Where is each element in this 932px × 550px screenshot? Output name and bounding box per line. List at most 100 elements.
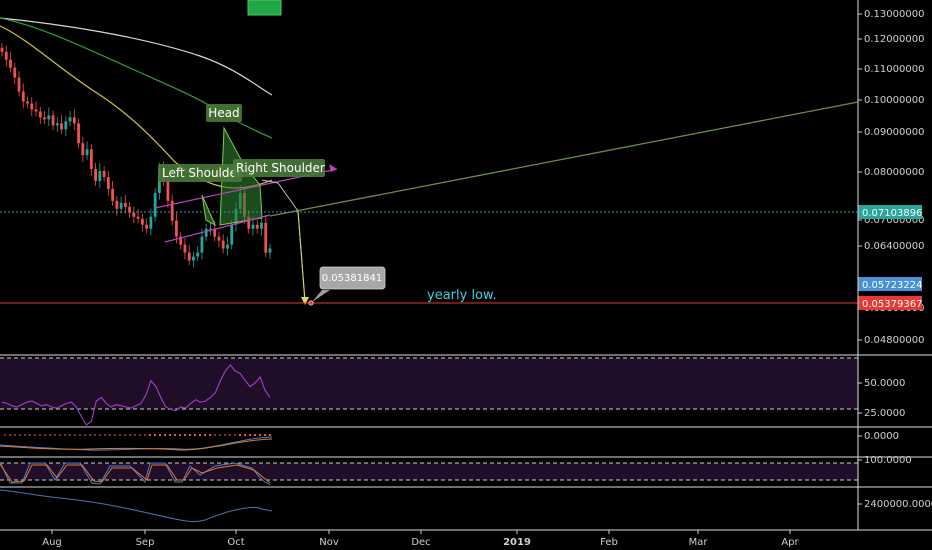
- rsi-axis[interactable]: 50.0000 25.0000: [858, 378, 905, 419]
- stoch-axis-label: 100.0000: [864, 455, 912, 466]
- time-axis-label: Dec: [411, 537, 430, 548]
- price-axis[interactable]: 0.13000000 0.12000000 0.11000000 0.10000…: [858, 9, 924, 346]
- stoch-axis[interactable]: 100.0000: [858, 455, 912, 466]
- candle-body: [72, 117, 76, 124]
- macd-dot: [189, 434, 191, 436]
- macd-dot: [154, 434, 156, 436]
- macd-dot: [174, 434, 176, 436]
- left-shoulder-label[interactable]: Left Shoulder: [158, 164, 242, 182]
- volume-axis[interactable]: 2400000.0000: [858, 499, 932, 510]
- macd-dot: [54, 434, 56, 436]
- candle-body: [68, 117, 72, 122]
- macd-axis-label: 0.0000: [864, 431, 899, 442]
- macd-dot: [119, 434, 121, 436]
- macd-dot: [19, 434, 21, 436]
- macd-dot: [39, 434, 41, 436]
- price-tag-previous[interactable]: 0.05723224: [858, 277, 922, 291]
- rsi-band: [0, 358, 858, 409]
- candle-body: [145, 224, 149, 229]
- macd-dot: [134, 434, 136, 436]
- candle-body: [166, 180, 170, 201]
- time-axis-label: Aug: [42, 537, 62, 548]
- macd-dot: [84, 434, 86, 436]
- target-callout[interactable]: 0.05381841: [312, 266, 386, 302]
- price-chart[interactable]: 0.05381841 yearly low. Head Left Shoulde…: [0, 0, 932, 550]
- candle-body: [136, 216, 140, 219]
- candle-body: [149, 216, 153, 229]
- candle-body: [55, 123, 59, 126]
- candle-body: [230, 224, 234, 245]
- head-label[interactable]: Head: [206, 104, 242, 122]
- macd-dot: [64, 434, 66, 436]
- macd-dot: [179, 434, 181, 436]
- macd-dot: [264, 434, 266, 436]
- main-price-pane[interactable]: 0.05381841 yearly low. Head Left Shoulde…: [0, 17, 859, 306]
- macd-dot: [209, 434, 211, 436]
- rsi-pane[interactable]: [0, 357, 858, 426]
- candle-body: [98, 171, 102, 181]
- projection-arrow-icon: [301, 297, 309, 305]
- time-axis-label: Mar: [689, 537, 709, 548]
- macd-dot: [79, 434, 81, 436]
- right-shoulder-label[interactable]: Right Shoulder: [233, 159, 325, 177]
- candle-body: [132, 212, 136, 217]
- macd-dot: [124, 434, 126, 436]
- macd-dot: [184, 434, 186, 436]
- macd-dot: [9, 434, 11, 436]
- time-axis[interactable]: Aug Sep Oct Nov Dec 2019 Feb Mar Apr: [42, 530, 800, 548]
- candle-body: [221, 240, 225, 249]
- price-tag-current[interactable]: 0.07103896: [858, 205, 922, 219]
- macd-dot: [234, 434, 236, 436]
- time-axis-label: Oct: [227, 537, 244, 548]
- time-axis-label: Sep: [136, 537, 155, 548]
- candle-body: [140, 218, 144, 225]
- macd-dot: [169, 434, 171, 436]
- macd-dot: [229, 434, 231, 436]
- candle-body: [81, 143, 85, 156]
- volume-pane[interactable]: [0, 489, 273, 523]
- long-trendline: [269, 101, 859, 217]
- macd-pane[interactable]: [0, 434, 273, 451]
- candle-body: [255, 224, 259, 229]
- stoch-pane[interactable]: [0, 461, 858, 486]
- macd-dot: [259, 434, 261, 436]
- macd-dot: [14, 434, 16, 436]
- macd-dot: [34, 434, 36, 436]
- candle-body: [13, 67, 17, 78]
- price-axis-label: 0.13000000: [864, 9, 924, 20]
- candle-body: [9, 59, 12, 68]
- head-label-text: Head: [208, 106, 239, 120]
- macd-dot: [269, 434, 271, 436]
- candle-body: [111, 188, 115, 201]
- macd-dot: [199, 434, 201, 436]
- right-shoulder-label-text: Right Shoulder: [236, 161, 325, 175]
- macd-dot: [59, 434, 61, 436]
- volume-axis-label: 2400000.0000: [864, 499, 932, 510]
- macd-dot: [94, 434, 96, 436]
- candle-body: [43, 117, 46, 120]
- target-callout-label: 0.05381841: [322, 273, 382, 284]
- macd-dot: [74, 434, 76, 436]
- candle-body: [204, 228, 208, 237]
- candle-body: [192, 256, 195, 261]
- macd-dot: [69, 434, 71, 436]
- macd-dot: [109, 434, 111, 436]
- macd-dot: [24, 434, 26, 436]
- candle-body: [89, 149, 93, 170]
- price-tag-yearly-low[interactable]: 0.05379367: [858, 296, 922, 310]
- target-point: [308, 300, 314, 306]
- candle-body: [26, 101, 29, 104]
- pattern-left-shoulder-area: [201, 194, 217, 227]
- candle-body: [60, 123, 63, 130]
- price-tag-current-label: 0.07103896: [862, 208, 922, 219]
- macd-dot: [204, 434, 206, 436]
- candle-body: [153, 192, 157, 217]
- time-axis-label: Apr: [781, 537, 799, 548]
- candle-body: [77, 123, 80, 144]
- candle-body: [200, 236, 204, 253]
- macd-dot: [159, 434, 161, 436]
- macd-dot: [249, 434, 251, 436]
- projection-path: [261, 179, 306, 304]
- macd-axis[interactable]: 0.0000: [858, 431, 899, 442]
- macd-dot: [114, 434, 116, 436]
